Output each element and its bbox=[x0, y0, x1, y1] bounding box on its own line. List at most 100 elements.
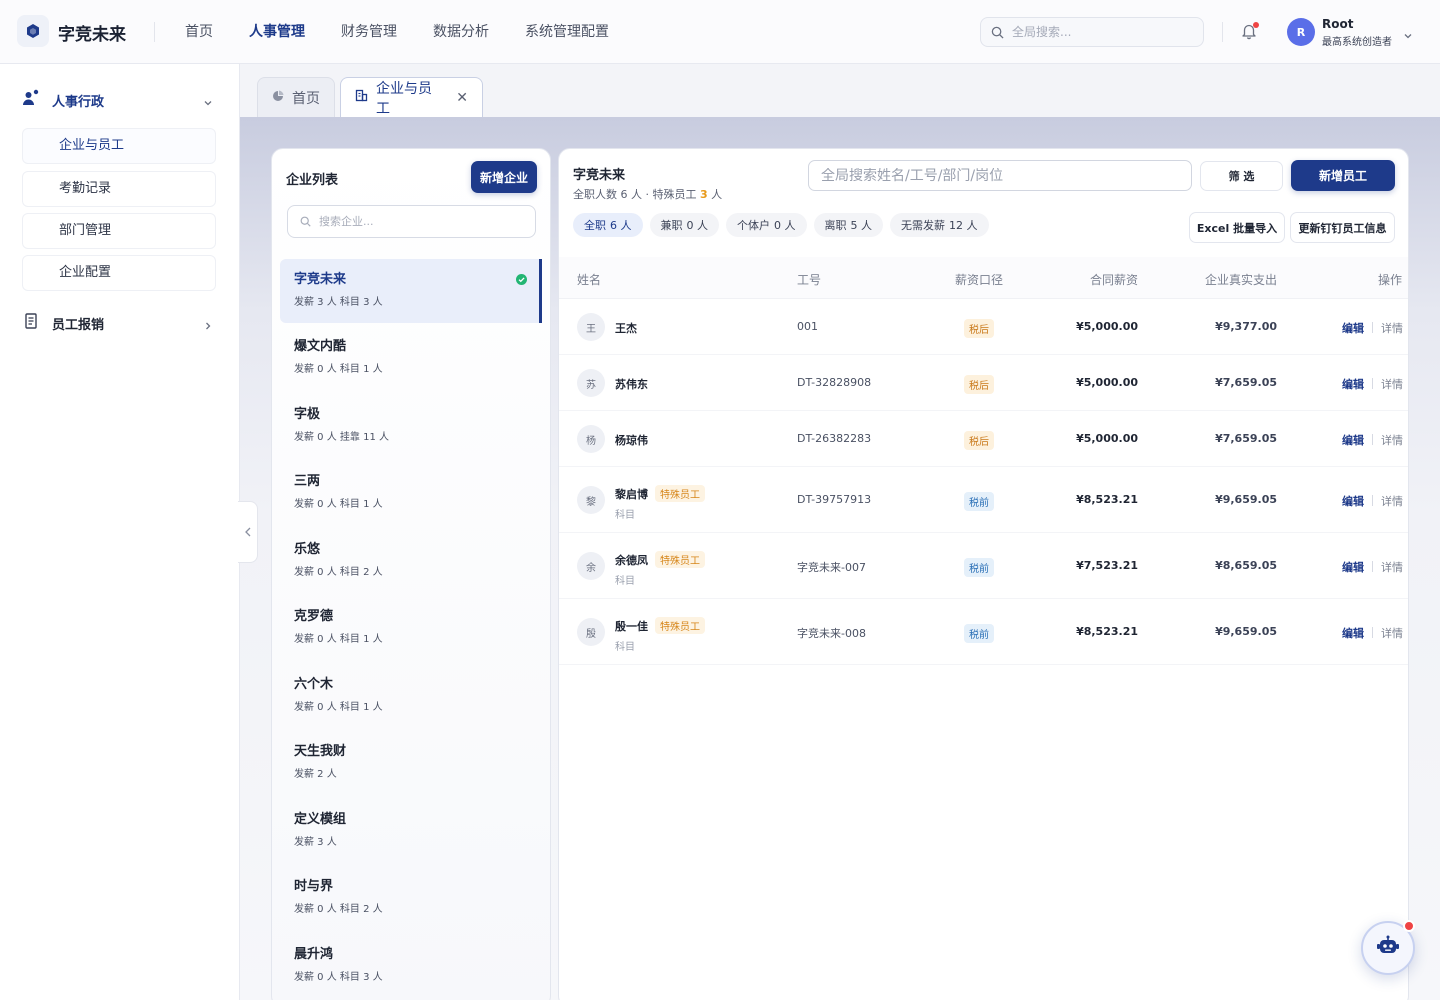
edit-link[interactable]: 编辑 bbox=[1342, 625, 1364, 641]
company-item[interactable]: 定义模组 发薪 3 人 bbox=[280, 799, 542, 867]
table-row[interactable]: 王王杰 001 税后 ¥5,000.00 ¥9,377.00 编辑 详情 bbox=[559, 299, 1408, 355]
tab-company-employees[interactable]: 企业与员工 ✕ bbox=[340, 77, 483, 117]
sync-dingtalk-button[interactable]: 更新钉钉员工信息 bbox=[1290, 212, 1395, 243]
company-item[interactable]: 六个木 发薪 0 人 科目 1 人 bbox=[280, 664, 542, 732]
global-search-input[interactable] bbox=[1012, 25, 1192, 39]
add-company-button[interactable]: 新增企业 bbox=[471, 161, 537, 193]
sidebar-group-hr-admin[interactable]: 人事行政 bbox=[22, 88, 218, 112]
nav-analytics[interactable]: 数据分析 bbox=[433, 22, 489, 42]
tab-home[interactable]: 首页 bbox=[257, 77, 335, 117]
column-header-tax[interactable]: 薪资口径 bbox=[955, 271, 1003, 288]
sidebar-item-company-employees[interactable]: 企业与员工 bbox=[22, 128, 216, 164]
bell-icon[interactable] bbox=[1240, 22, 1260, 42]
company-item[interactable]: 天生我财 发薪 2 人 bbox=[280, 731, 542, 799]
company-name: 定义模组 bbox=[294, 811, 347, 827]
company-item[interactable]: 克罗德 发薪 0 人 科目 1 人 bbox=[280, 596, 542, 664]
chip-count: 5 人 bbox=[850, 219, 873, 232]
column-header-action: 操作 bbox=[1377, 273, 1402, 287]
company-expense: ¥9,659.05 bbox=[1215, 625, 1277, 638]
table-row[interactable]: 殷殷一佳 特殊员工 科目 字竞未来-008 税前 ¥8,523.21 ¥9,659.05 编辑… bbox=[559, 599, 1408, 665]
employee-subtitle: 科目 bbox=[615, 576, 635, 587]
column-header-id[interactable]: 工号 bbox=[797, 271, 821, 288]
chip-individual[interactable]: 个体户 0 人 bbox=[726, 213, 807, 237]
nav-hr[interactable]: 人事管理 bbox=[249, 22, 305, 42]
edit-link[interactable]: 编辑 bbox=[1342, 432, 1364, 448]
company-item[interactable]: 时与界 发薪 0 人 科目 2 人 bbox=[280, 866, 542, 934]
chip-parttime[interactable]: 兼职 0 人 bbox=[649, 213, 719, 237]
employee-name[interactable]: 殷一佳 bbox=[615, 618, 648, 634]
edit-link[interactable]: 编辑 bbox=[1342, 493, 1364, 509]
table-row[interactable]: 苏苏伟东 DT-32828908 税后 ¥5,000.00 ¥7,659.05 编辑 详情 bbox=[559, 355, 1408, 411]
ai-assistant-button[interactable] bbox=[1361, 920, 1415, 975]
employee-name[interactable]: 王杰 bbox=[615, 320, 637, 336]
employee-subtitle: 科目 bbox=[615, 510, 635, 521]
search-icon bbox=[300, 216, 311, 227]
filter-button[interactable]: 筛 选 bbox=[1200, 161, 1283, 191]
chip-fulltime[interactable]: 全职 6 人 bbox=[573, 213, 643, 237]
table-row[interactable]: 余余德凤 特殊员工 科目 字竞未来-007 税前 ¥7,523.21 ¥8,659.05 编辑… bbox=[559, 533, 1408, 599]
employee-name[interactable]: 苏伟东 bbox=[615, 376, 648, 392]
company-search-input[interactable] bbox=[319, 215, 519, 228]
employee-summary: 全职人数 6 人 · 特殊员工 3 人 bbox=[573, 186, 722, 202]
sidebar-group-label: 人事行政 bbox=[52, 94, 105, 110]
chip-label: 兼职 bbox=[660, 219, 683, 232]
table-row[interactable]: 黎黎启博 特殊员工 科目 DT-39757913 税前 ¥8,523.21 ¥9,659.0… bbox=[559, 467, 1408, 533]
employee-name[interactable]: 余德凤 bbox=[615, 552, 648, 568]
chip-resigned[interactable]: 离职 5 人 bbox=[813, 213, 883, 237]
nav-finance[interactable]: 财务管理 bbox=[341, 22, 397, 42]
company-item[interactable]: 晨升鸿 发薪 0 人 科目 3 人 bbox=[280, 934, 542, 1000]
edit-link[interactable]: 编辑 bbox=[1342, 559, 1364, 575]
user-avatar[interactable]: R bbox=[1287, 18, 1315, 46]
employee-search bbox=[808, 160, 1192, 191]
chip-no-payroll[interactable]: 无需发薪 12 人 bbox=[890, 213, 989, 237]
chevron-left-icon bbox=[244, 527, 250, 537]
chip-label: 离职 bbox=[824, 219, 847, 232]
table-row[interactable]: 杨杨琼伟 DT-26382283 税后 ¥5,000.00 ¥7,659.05 编辑 详情 bbox=[559, 411, 1408, 467]
company-item[interactable]: 乐悠 发薪 0 人 科目 2 人 bbox=[280, 529, 542, 597]
detail-link[interactable]: 详情 bbox=[1381, 625, 1403, 641]
company-item[interactable]: 字竞未来 发薪 3 人 科目 3 人 bbox=[280, 259, 542, 323]
company-meta: 发薪 0 人 科目 1 人 bbox=[294, 499, 383, 510]
column-header-expense[interactable]: 企业真实支出 bbox=[1205, 271, 1277, 288]
column-header-salary[interactable]: 合同薪资 bbox=[1090, 271, 1138, 288]
detail-link[interactable]: 详情 bbox=[1381, 559, 1403, 575]
edit-link[interactable]: 编辑 bbox=[1342, 376, 1364, 392]
detail-link[interactable]: 详情 bbox=[1381, 376, 1403, 392]
sidebar-item-company-config[interactable]: 企业配置 bbox=[22, 255, 216, 291]
company-item[interactable]: 爆文内酷 发薪 0 人 科目 1 人 bbox=[280, 326, 542, 394]
contract-salary: ¥5,000.00 bbox=[1076, 320, 1138, 333]
company-expense: ¥9,377.00 bbox=[1215, 320, 1277, 333]
employee-name[interactable]: 黎启博 bbox=[615, 486, 648, 502]
tab-label: 首页 bbox=[292, 90, 320, 107]
company-list: 字竞未来 发薪 3 人 科目 3 人 爆文内酷 发薪 0 人 科目 1 人 字极发… bbox=[280, 259, 542, 1000]
user-name[interactable]: Root bbox=[1322, 17, 1353, 31]
detail-link[interactable]: 详情 bbox=[1381, 320, 1403, 336]
chevron-down-icon[interactable] bbox=[1403, 26, 1413, 45]
sidebar-item-attendance[interactable]: 考勤记录 bbox=[22, 171, 216, 207]
tax-basis-badge: 税后 bbox=[964, 319, 994, 338]
company-item[interactable]: 三两 发薪 0 人 科目 1 人 bbox=[280, 461, 542, 529]
sidebar-group-reimbursement[interactable]: 员工报销 bbox=[22, 311, 218, 335]
company-item[interactable]: 字极 发薪 0 人 挂靠 11 人 bbox=[280, 394, 542, 462]
sidebar-item-departments[interactable]: 部门管理 bbox=[22, 213, 216, 249]
contract-salary: ¥8,523.21 bbox=[1076, 493, 1138, 506]
app-logo-icon[interactable] bbox=[17, 15, 49, 47]
close-icon[interactable]: ✕ bbox=[456, 90, 468, 106]
sidebar-collapse-handle[interactable] bbox=[238, 501, 258, 563]
edit-link[interactable]: 编辑 bbox=[1342, 320, 1364, 336]
add-employee-button[interactable]: 新增员工 bbox=[1291, 160, 1395, 191]
column-header-name[interactable]: 姓名 bbox=[577, 271, 601, 288]
detail-link[interactable]: 详情 bbox=[1381, 493, 1403, 509]
employee-avatar: 余 bbox=[577, 552, 605, 580]
contract-salary: ¥7,523.21 bbox=[1076, 559, 1138, 572]
summary-prefix: 全职人数 6 人 · 特殊员工 bbox=[573, 188, 700, 201]
nav-system[interactable]: 系统管理配置 bbox=[525, 22, 609, 42]
employee-avatar: 王 bbox=[577, 313, 605, 341]
employee-name[interactable]: 杨琼伟 bbox=[615, 432, 648, 448]
employee-search-input[interactable] bbox=[821, 167, 1181, 184]
nav-home[interactable]: 首页 bbox=[185, 22, 213, 42]
excel-import-button[interactable]: Excel 批量导入 bbox=[1189, 212, 1285, 243]
notification-dot bbox=[1253, 22, 1259, 28]
app-name: 字竞未来 bbox=[58, 25, 126, 45]
detail-link[interactable]: 详情 bbox=[1381, 432, 1403, 448]
